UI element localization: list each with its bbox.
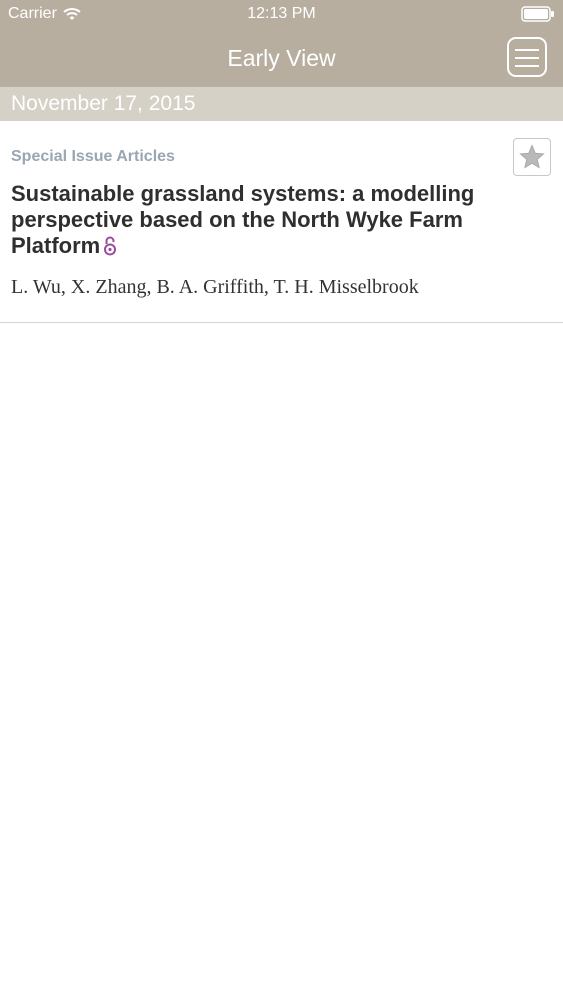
favorite-button[interactable]	[513, 138, 551, 176]
open-access-lock-icon	[103, 236, 117, 262]
screen: Carrier 12:13 PM Early View November 17,…	[0, 0, 563, 1000]
article-title[interactable]: Sustainable grassland systems: a modelli…	[11, 181, 511, 262]
page-title: Early View	[227, 45, 336, 71]
star-icon	[519, 144, 545, 169]
article-category: Special Issue Articles	[11, 148, 175, 165]
article-title-text: Sustainable grassland systems: a modelli…	[11, 181, 475, 258]
status-time: 12:13 PM	[247, 5, 316, 22]
article-list-item[interactable]: Special Issue Articles Sustainable grass…	[0, 121, 563, 323]
battery-icon	[521, 6, 555, 22]
navigation-bar: Carrier 12:13 PM Early View	[0, 0, 563, 87]
section-date: November 17, 2015	[11, 92, 196, 115]
article-authors: L. Wu, X. Zhang, B. A. Griffith, T. H. M…	[11, 276, 419, 298]
menu-button[interactable]	[507, 37, 547, 77]
hamburger-menu-icon-bar	[515, 65, 539, 67]
date-section-header: November 17, 2015	[0, 87, 563, 121]
hamburger-menu-icon-bar	[515, 57, 539, 59]
hamburger-menu-icon	[515, 49, 539, 51]
